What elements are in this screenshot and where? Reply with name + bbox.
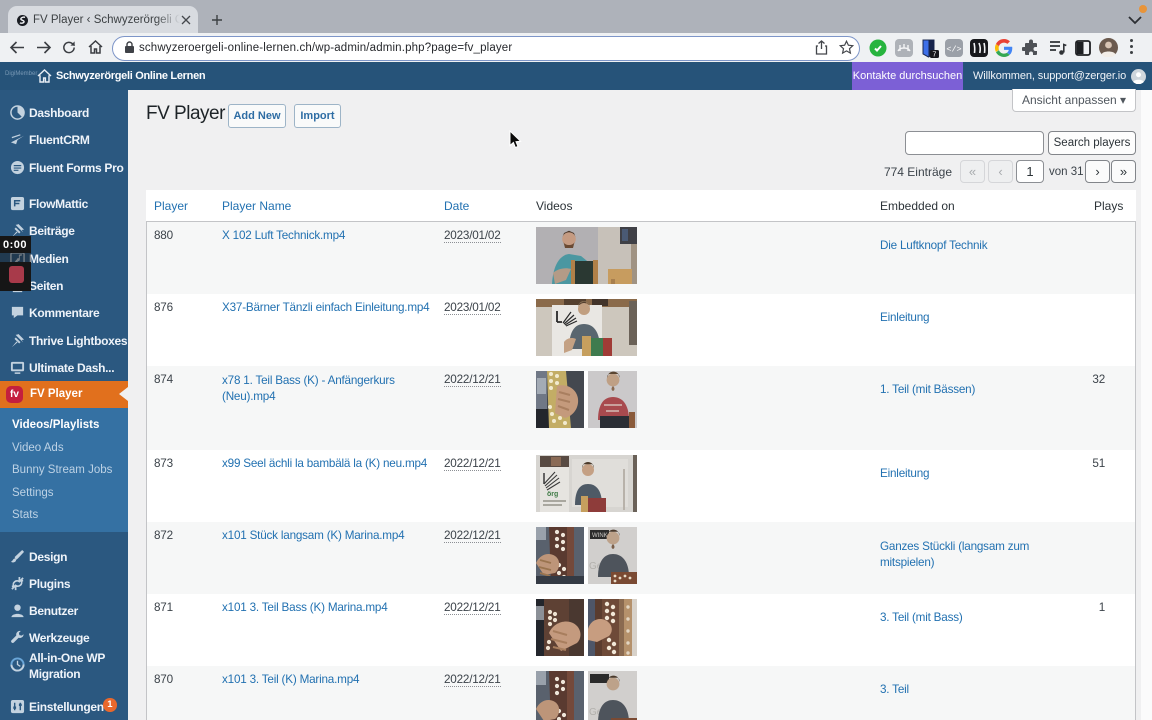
svg-text:WINK: WINK: [592, 533, 608, 539]
svg-text:7: 7: [933, 52, 937, 58]
svg-text:</>: </>: [946, 45, 961, 55]
svg-text:örg: örg: [547, 491, 558, 498]
